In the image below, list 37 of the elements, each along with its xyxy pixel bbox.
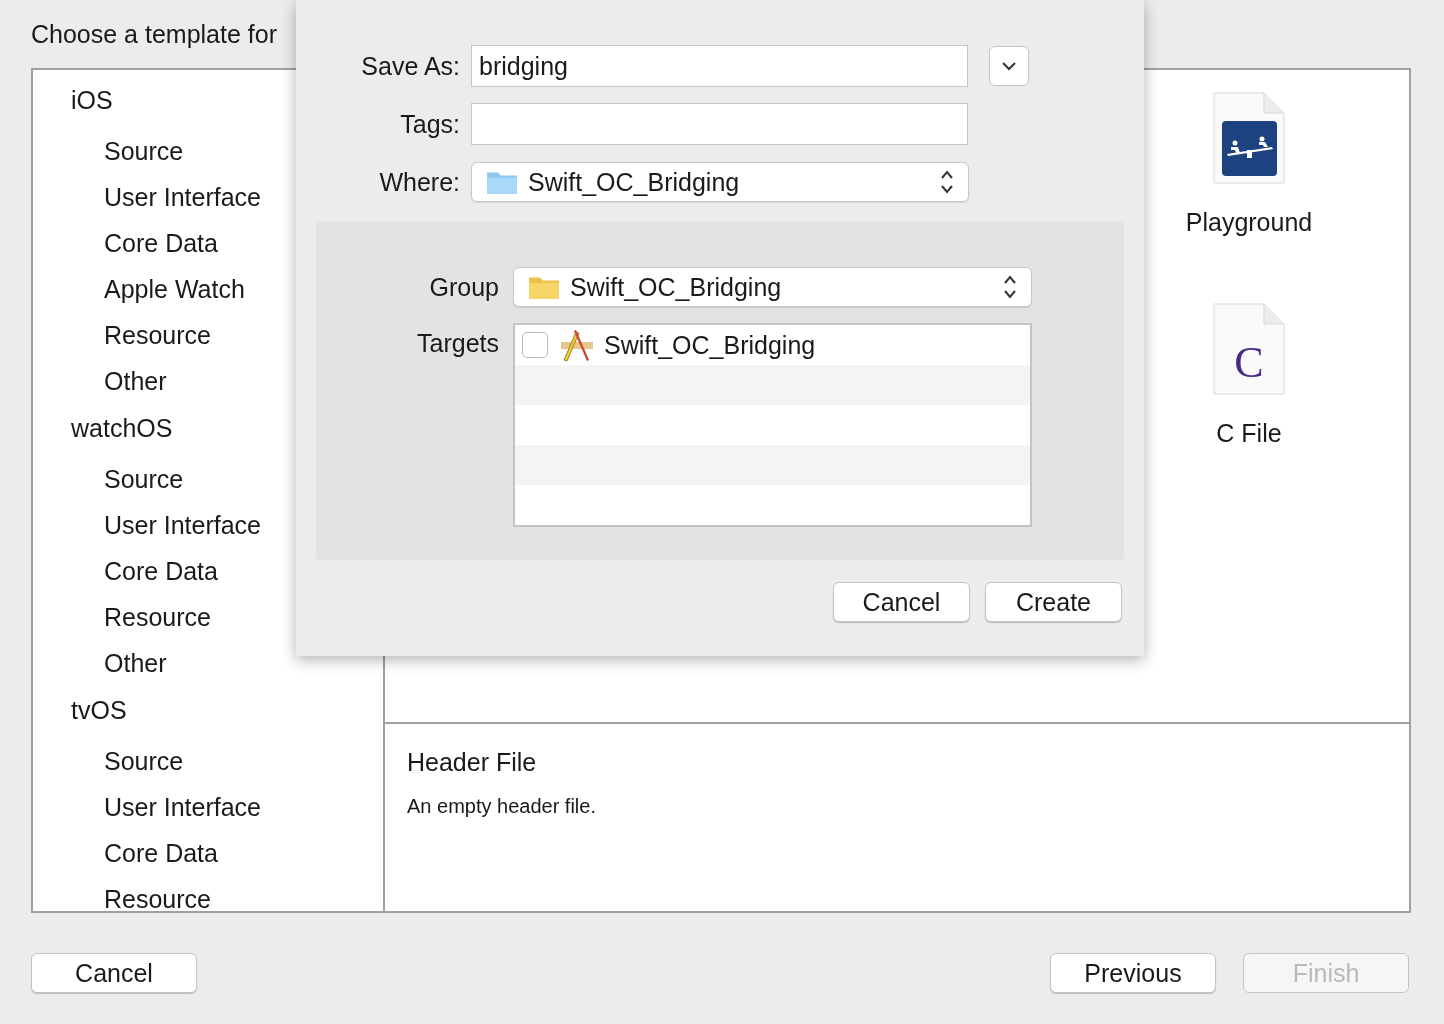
field-label: Where: (378, 167, 460, 197)
field-label: Save As: (360, 51, 460, 81)
platform-header: watchOS (70, 413, 174, 444)
app-icon (559, 328, 595, 362)
folder-icon (486, 169, 518, 195)
template-title: Header File (407, 748, 538, 777)
category-item[interactable]: Source (33, 744, 383, 790)
template-label: Playground (1185, 208, 1313, 237)
save-as-field[interactable]: bridging (471, 45, 968, 87)
previous-button[interactable]: Previous (1050, 953, 1216, 993)
template-label: C File (1216, 419, 1282, 448)
seesaw-file-icon[interactable] (1213, 92, 1285, 184)
category-item[interactable]: Other (33, 646, 383, 692)
field-label: Targets (416, 329, 499, 358)
up-down-arrows-icon (940, 169, 954, 195)
category-item[interactable]: Core Data (33, 836, 383, 882)
platform-header: iOS (70, 85, 114, 116)
up-down-arrows-icon (1003, 274, 1017, 300)
template-description: An empty header file. (407, 795, 597, 818)
chevron-down-icon (1001, 61, 1017, 71)
field-label: Group (428, 272, 499, 302)
field-label: Tags: (399, 109, 460, 139)
c-file-icon[interactable]: C (1213, 303, 1285, 395)
cancel-button[interactable]: Cancel (833, 582, 970, 622)
create-button[interactable]: Create (985, 582, 1122, 622)
expand-button[interactable] (989, 46, 1029, 86)
platform-header: tvOS (70, 695, 128, 726)
category-item[interactable]: User Interface (33, 790, 383, 836)
checkbox[interactable] (522, 332, 548, 358)
group-popup[interactable]: Swift_OC_Bridging (513, 267, 1032, 307)
tags-field[interactable] (471, 103, 968, 145)
dialog-title: Choose a template for (31, 20, 277, 49)
target-name: Swift_OC_Bridging (604, 330, 816, 360)
cancel-button[interactable]: Cancel (31, 953, 197, 993)
folder-icon (528, 274, 560, 300)
category-item[interactable]: Resource (33, 882, 383, 911)
where-popup[interactable]: Swift_OC_Bridging (471, 162, 969, 202)
